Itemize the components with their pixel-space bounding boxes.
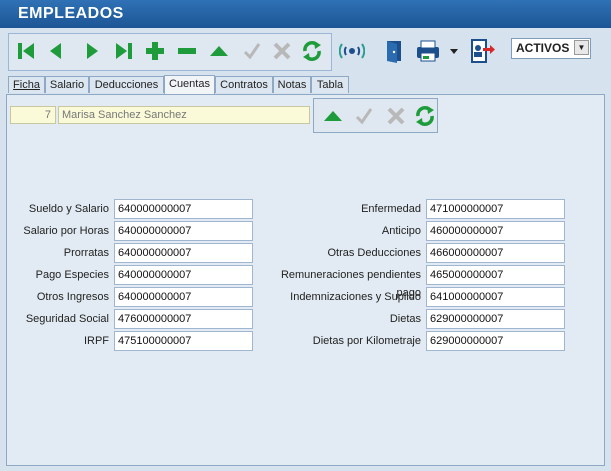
account-label: Remuneraciones pendientes pago — [280, 269, 421, 299]
delete-record-button[interactable] — [173, 36, 201, 66]
account-label: Dietas — [389, 313, 421, 325]
refresh-icon — [416, 106, 434, 126]
print-options-dropdown[interactable] — [446, 36, 462, 66]
plus-icon — [146, 42, 164, 60]
print-button[interactable] — [414, 36, 442, 66]
tab-salario[interactable]: Salario — [45, 76, 89, 93]
account-field[interactable]: 641000000007 — [426, 287, 565, 307]
previous-icon — [50, 43, 61, 59]
account-field[interactable]: 640000000007 — [114, 199, 253, 219]
chevron-down-icon[interactable]: ▼ — [574, 40, 589, 55]
x-icon — [273, 42, 291, 60]
tab-contratos[interactable]: Contratos — [215, 76, 273, 93]
first-record-button[interactable] — [12, 36, 40, 66]
add-record-button[interactable] — [141, 36, 169, 66]
account-label: Enfermedad — [361, 203, 421, 215]
account-label: Seguridad Social — [25, 313, 109, 325]
last-record-button[interactable] — [110, 36, 138, 66]
panel-confirm-button[interactable] — [350, 103, 378, 129]
employee-id-field[interactable]: 7 — [10, 106, 56, 124]
tab-deducciones[interactable]: Deducciones — [89, 76, 164, 93]
check-icon — [243, 43, 261, 60]
account-field[interactable]: 471000000007 — [426, 199, 565, 219]
employee-name-field[interactable]: Marisa Sanchez Sanchez — [58, 106, 310, 124]
account-field[interactable]: 629000000007 — [426, 309, 565, 329]
account-label: Pago Especies — [35, 269, 109, 281]
account-field[interactable]: 466000000007 — [426, 243, 565, 263]
door-icon — [387, 41, 401, 63]
account-label: Indemnizaciones y Suplido — [290, 291, 421, 303]
user-transfer-button[interactable] — [468, 36, 496, 66]
edit-record-button[interactable] — [205, 36, 233, 66]
account-field[interactable]: 629000000007 — [426, 331, 565, 351]
account-field[interactable]: 460000000007 — [426, 221, 565, 241]
account-field[interactable]: 640000000007 — [114, 243, 253, 263]
minus-icon — [178, 48, 196, 54]
account-field[interactable]: 640000000007 — [114, 265, 253, 285]
cancel-button[interactable] — [268, 36, 296, 66]
panel-edit-button[interactable] — [319, 103, 347, 129]
panel-refresh-button[interactable] — [411, 103, 439, 129]
status-filter-select[interactable]: ACTIVOS ▼ — [511, 38, 591, 59]
account-label: IRPF — [83, 335, 109, 347]
x-icon — [387, 107, 405, 125]
account-label: Salario por Horas — [23, 225, 109, 237]
check-icon — [355, 108, 373, 125]
tab-cuentas[interactable]: Cuentas — [164, 75, 215, 94]
exit-door-button[interactable] — [380, 36, 408, 66]
tab-tabla[interactable]: Tabla — [311, 76, 349, 93]
status-filter-value: ACTIVOS — [516, 41, 570, 55]
account-label: Otras Deducciones — [327, 247, 421, 259]
caret-down-icon — [450, 49, 458, 54]
refresh-button[interactable] — [298, 36, 326, 66]
panel-cancel-button[interactable] — [382, 103, 410, 129]
confirm-button[interactable] — [238, 36, 266, 66]
account-field[interactable]: 476000000007 — [114, 309, 253, 329]
title-bar: EMPLEADOS — [0, 0, 611, 28]
account-field[interactable]: 640000000007 — [114, 287, 253, 307]
account-field[interactable]: 640000000007 — [114, 221, 253, 241]
triangle-up-icon — [324, 111, 342, 121]
first-record-icon — [18, 43, 34, 59]
account-field[interactable]: 475100000007 — [114, 331, 253, 351]
user-transfer-icon — [471, 39, 495, 63]
tab-ficha[interactable]: Ficha — [8, 76, 45, 93]
refresh-icon — [303, 41, 321, 61]
account-label: Prorratas — [63, 247, 109, 259]
account-label: Sueldo y Salario — [28, 203, 109, 215]
next-icon — [87, 43, 98, 59]
last-record-icon — [116, 43, 132, 59]
next-record-button[interactable] — [78, 36, 106, 66]
account-field[interactable]: 465000000007 — [426, 265, 565, 285]
account-label: Anticipo — [381, 225, 421, 237]
window-title: EMPLEADOS — [18, 5, 124, 22]
account-label: Dietas por Kilometraje — [312, 335, 421, 347]
tab-notas[interactable]: Notas — [273, 76, 311, 93]
triangle-up-icon — [210, 46, 228, 56]
account-label: Otros Ingresos — [36, 291, 109, 303]
printer-icon — [417, 40, 439, 62]
broadcast-icon — [339, 43, 365, 59]
previous-record-button[interactable] — [42, 36, 70, 66]
signal-button[interactable] — [338, 36, 366, 66]
